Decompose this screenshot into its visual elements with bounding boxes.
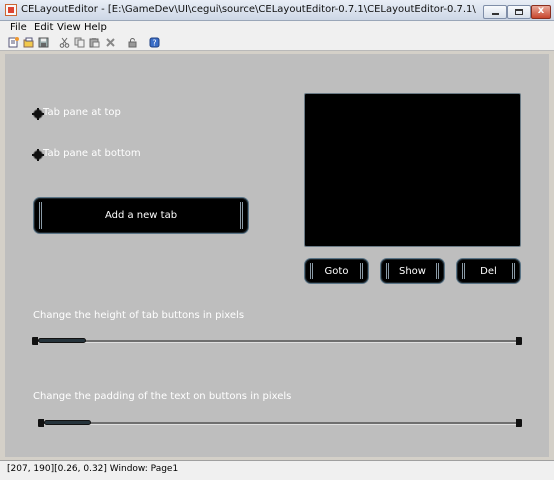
- save-icon[interactable]: [38, 37, 49, 48]
- open-icon[interactable]: [23, 37, 34, 48]
- radio-tab-top[interactable]: [32, 108, 44, 120]
- add-new-tab-label: Add a new tab: [104, 210, 178, 221]
- help-icon[interactable]: ?: [149, 37, 160, 48]
- add-new-tab-button[interactable]: Add a new tab: [33, 197, 249, 234]
- paste-icon[interactable]: [89, 37, 100, 48]
- minimize-icon: [492, 13, 499, 15]
- show-label: Show: [399, 265, 426, 277]
- height-slider-right-cap[interactable]: [516, 337, 522, 345]
- delete-icon[interactable]: [105, 37, 116, 48]
- maximize-icon: [515, 9, 523, 15]
- menu-view[interactable]: View: [57, 22, 81, 33]
- svg-text:?: ?: [152, 39, 156, 48]
- title-bar[interactable]: CELayoutEditor - [E:\GameDev\UI\cegui\so…: [0, 0, 554, 21]
- del-label: Del: [480, 265, 497, 277]
- toolbar: ?: [0, 35, 554, 51]
- copy-icon[interactable]: [74, 37, 85, 48]
- goto-button[interactable]: Goto: [304, 258, 369, 284]
- window-title: CELayoutEditor - [E:\GameDev\UI\cegui\so…: [21, 4, 476, 15]
- padding-slider-thumb[interactable]: [44, 420, 91, 425]
- height-slider[interactable]: [32, 337, 522, 345]
- menu-edit[interactable]: Edit: [34, 22, 53, 33]
- status-bar: [207, 190][0.26, 0.32] Window: Page1: [0, 460, 554, 480]
- status-text: [207, 190][0.26, 0.32] Window: Page1: [7, 464, 179, 474]
- show-button[interactable]: Show: [380, 258, 445, 284]
- menu-file[interactable]: File: [10, 22, 27, 33]
- padding-slider-track[interactable]: [44, 422, 516, 425]
- del-button[interactable]: Del: [456, 258, 521, 284]
- tab-preview-area: [304, 93, 521, 247]
- app-icon: [5, 4, 17, 16]
- layout-canvas[interactable]: Tab pane at top Tab pane at bottom Add a…: [5, 54, 549, 457]
- radio-tab-bottom[interactable]: [32, 149, 44, 161]
- new-icon[interactable]: [8, 37, 19, 48]
- close-icon: x: [537, 5, 545, 16]
- height-slider-thumb[interactable]: [38, 338, 86, 343]
- maximize-button[interactable]: [507, 5, 531, 19]
- menu-help[interactable]: Help: [84, 22, 107, 33]
- padding-slider-right-cap[interactable]: [516, 419, 522, 427]
- goto-label: Goto: [324, 265, 349, 277]
- minimize-button[interactable]: [483, 5, 507, 19]
- height-slider-label: Change the height of tab buttons in pixe…: [33, 310, 245, 321]
- close-button[interactable]: x: [531, 5, 551, 19]
- menu-bar: File Edit View Help: [0, 21, 554, 35]
- cut-icon[interactable]: [59, 37, 70, 48]
- padding-slider-label: Change the padding of the text on button…: [33, 391, 292, 402]
- lock-icon[interactable]: [127, 37, 138, 48]
- height-slider-track[interactable]: [38, 340, 516, 343]
- radio-tab-bottom-label: Tab pane at bottom: [43, 148, 141, 159]
- radio-tab-top-label: Tab pane at top: [43, 107, 121, 118]
- padding-slider[interactable]: [38, 419, 522, 427]
